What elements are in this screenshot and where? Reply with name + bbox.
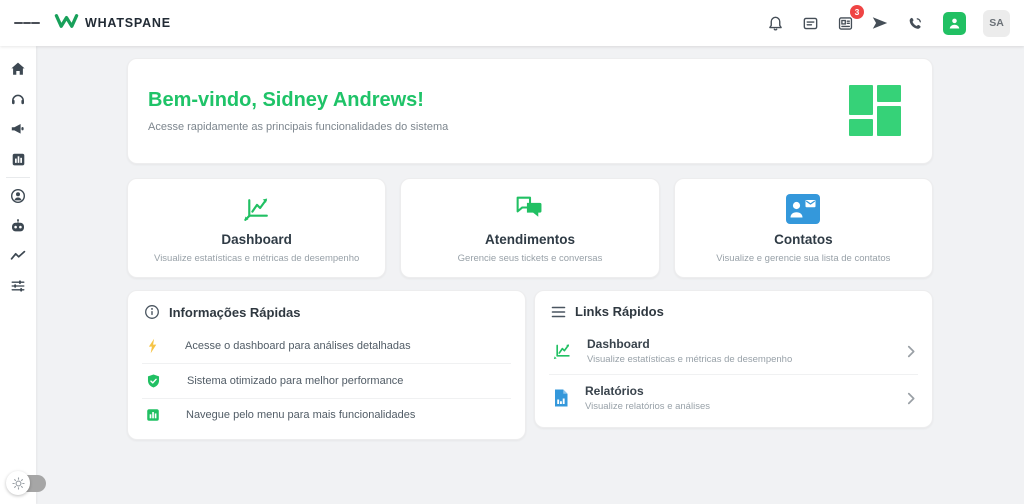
link-title: Dashboard bbox=[587, 337, 650, 351]
info-item: Sistema otimizado para melhor performanc… bbox=[128, 364, 525, 398]
sidebar-item-metricas[interactable] bbox=[3, 241, 33, 271]
quick-links-header: Links Rápidos bbox=[535, 291, 932, 328]
sidebar-item-relatorios[interactable] bbox=[3, 144, 33, 174]
link-texts: Dashboard Visualize estatísticas e métri… bbox=[587, 337, 907, 365]
info-item: Navegue pelo menu para mais funcionalida… bbox=[128, 399, 525, 431]
home-icon bbox=[11, 62, 25, 75]
info-icon bbox=[145, 305, 159, 319]
send-icon[interactable] bbox=[867, 10, 893, 36]
card-contatos[interactable]: Contatos Visualize e gerencie sua lista … bbox=[673, 178, 933, 278]
card-subtitle: Visualize estatísticas e métricas de des… bbox=[154, 252, 360, 264]
campaigns-icon[interactable]: 3 bbox=[832, 5, 864, 36]
avatar[interactable]: SA bbox=[983, 9, 1010, 37]
quick-info-header: Informações Rápidas bbox=[128, 291, 525, 329]
notification-badge: 3 bbox=[850, 5, 864, 19]
quick-links-panel: Links Rápidos Dashboard Visualize estatí… bbox=[534, 290, 933, 428]
info-item: Acesse o dashboard para análises detalha… bbox=[128, 329, 525, 363]
trend-icon bbox=[10, 250, 26, 260]
bell-icon[interactable] bbox=[762, 10, 788, 36]
brand-name: WHATSPANE bbox=[85, 16, 171, 30]
sidebar-item-atendimentos[interactable] bbox=[3, 84, 33, 114]
link-subtitle: Visualize estatísticas e métricas de des… bbox=[587, 354, 793, 365]
quick-cards-row: Dashboard Visualize estatísticas e métri… bbox=[127, 178, 933, 278]
chat-icon[interactable] bbox=[797, 10, 823, 36]
sidebar-item-configuracoes[interactable] bbox=[3, 271, 33, 301]
agent-icon bbox=[10, 188, 26, 204]
sidebar-item-home[interactable] bbox=[3, 54, 33, 84]
info-text: Sistema otimizado para melhor performanc… bbox=[187, 375, 404, 387]
sidebar-divider bbox=[6, 177, 30, 178]
megaphone-icon bbox=[11, 124, 24, 134]
sliders-icon bbox=[11, 280, 25, 292]
info-text: Navegue pelo menu para mais funcionalida… bbox=[186, 409, 416, 421]
panel-title: Informações Rápidas bbox=[169, 304, 301, 320]
welcome-title: Bem-vindo, Sidney Andrews! bbox=[148, 89, 424, 111]
welcome-subtitle: Acesse rapidamente as principais funcion… bbox=[148, 121, 449, 133]
card-subtitle: Visualize e gerencie sua lista de contat… bbox=[716, 252, 891, 264]
shield-check-icon bbox=[147, 374, 160, 388]
list-icon bbox=[551, 306, 566, 317]
main-area: Bem-vindo, Sidney Andrews! Acesse rapida… bbox=[36, 46, 1024, 504]
theme-toggle[interactable] bbox=[6, 471, 48, 495]
bolt-icon bbox=[148, 338, 157, 354]
headset-icon bbox=[12, 94, 24, 105]
welcome-texts: Bem-vindo, Sidney Andrews! Acesse rapida… bbox=[148, 89, 448, 133]
card-atendimentos[interactable]: Atendimentos Gerencie seus tickets e con… bbox=[400, 178, 660, 278]
line-chart-icon bbox=[553, 344, 570, 360]
report-icon bbox=[555, 389, 568, 407]
forum-icon bbox=[513, 193, 546, 225]
brand: WHATSPANE bbox=[54, 13, 171, 34]
dashboard-grid-icon bbox=[849, 85, 902, 137]
card-dashboard[interactable]: Dashboard Visualize estatísticas e métri… bbox=[127, 178, 387, 278]
link-subtitle: Visualize relatórios e análises bbox=[585, 401, 710, 412]
welcome-card: Bem-vindo, Sidney Andrews! Acesse rapida… bbox=[127, 58, 933, 164]
chevron-right-icon bbox=[907, 345, 915, 357]
bar-chart-icon bbox=[12, 153, 24, 165]
bar-chart-icon bbox=[147, 409, 159, 421]
info-text: Acesse o dashboard para análises detalha… bbox=[185, 340, 411, 352]
card-title: Contatos bbox=[774, 231, 833, 247]
sun-icon bbox=[6, 471, 30, 495]
link-title: Relatórios bbox=[585, 384, 644, 398]
sidebar-item-contatos[interactable] bbox=[3, 181, 33, 211]
quick-link-dashboard[interactable]: Dashboard Visualize estatísticas e métri… bbox=[535, 328, 932, 374]
phone-icon[interactable] bbox=[902, 10, 928, 36]
sidebar bbox=[0, 46, 36, 504]
bottom-panels: Informações Rápidas Acesse o dashboard p… bbox=[127, 290, 933, 440]
user-connect-button[interactable] bbox=[943, 11, 966, 35]
top-bar: WHATSPANE 3 SA bbox=[0, 0, 1024, 46]
topbar-actions: 3 SA bbox=[762, 5, 1010, 37]
link-texts: Relatórios Visualize relatórios e anális… bbox=[585, 384, 907, 412]
sidebar-item-campanhas[interactable] bbox=[3, 114, 33, 144]
quick-link-relatorios[interactable]: Relatórios Visualize relatórios e anális… bbox=[535, 375, 932, 421]
robot-icon bbox=[12, 219, 24, 232]
contact-card-icon bbox=[786, 193, 821, 225]
quick-info-panel: Informações Rápidas Acesse o dashboard p… bbox=[127, 290, 526, 440]
logo-icon bbox=[54, 13, 79, 34]
menu-icon[interactable] bbox=[14, 10, 41, 36]
card-subtitle: Gerencie seus tickets e conversas bbox=[457, 252, 603, 264]
user-connect-icon bbox=[949, 18, 960, 28]
chevron-right-icon bbox=[907, 392, 915, 404]
line-chart-icon bbox=[240, 193, 273, 225]
sidebar-item-chatbot[interactable] bbox=[3, 211, 33, 241]
panel-title: Links Rápidos bbox=[575, 304, 664, 319]
card-title: Atendimentos bbox=[484, 231, 575, 247]
card-title: Dashboard bbox=[221, 231, 292, 247]
